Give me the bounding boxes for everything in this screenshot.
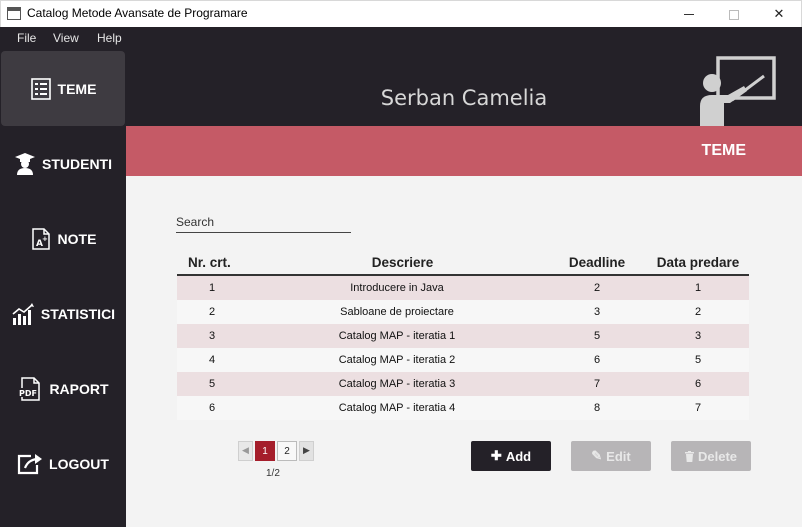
table-row[interactable]: 4 Catalog MAP - iteratia 2 6 5 <box>177 348 749 372</box>
search-input[interactable] <box>176 206 351 233</box>
cell-descriere: Sabloane de proiectare <box>340 306 454 318</box>
cell-nr: 3 <box>208 330 216 342</box>
table-row[interactable]: 5 Catalog MAP - iteratia 3 7 6 <box>177 372 749 396</box>
sidebar-item-studenti[interactable]: STUDENTI <box>0 126 126 201</box>
menu-help[interactable]: Help <box>97 31 122 45</box>
cell-deadline: 2 <box>593 282 601 294</box>
delete-button[interactable]: Delete <box>671 441 751 471</box>
svg-text:+: + <box>42 235 48 243</box>
sidebar-item-label: STATISTICI <box>40 305 116 322</box>
sidebar-item-statistici[interactable]: STATISTICI <box>0 276 126 351</box>
cell-deadline: 3 <box>593 306 601 318</box>
sidebar-item-label: TEME <box>57 80 97 97</box>
cell-deadline: 7 <box>593 378 601 390</box>
sidebar: TEME STUDENTI A + NOTE STATISTICI PDF RA… <box>0 51 126 527</box>
teacher-board-icon <box>700 56 776 126</box>
pdf-icon: PDF <box>18 376 41 401</box>
svg-text:PDF: PDF <box>19 389 37 398</box>
cell-data-predare: 7 <box>694 402 702 414</box>
student-icon <box>15 152 35 175</box>
pagination: ◀ 1 2 ▶ <box>238 441 314 461</box>
section-title: TEME <box>701 142 746 159</box>
sidebar-item-label: NOTE <box>57 230 97 247</box>
sidebar-item-teme[interactable]: TEME <box>1 51 125 126</box>
logout-icon <box>17 453 43 474</box>
list-icon <box>30 77 51 100</box>
cell-deadline: 8 <box>593 402 601 414</box>
close-button[interactable]: ✕ <box>756 1 802 28</box>
maximize-icon <box>729 9 739 20</box>
cell-deadline: 6 <box>593 354 601 366</box>
menu-view[interactable]: View <box>53 31 79 45</box>
chevron-left-icon: ◀ <box>242 446 249 456</box>
edit-button[interactable]: ✎ Edit <box>571 441 651 471</box>
cell-descriere: Catalog MAP - iteratia 2 <box>338 354 456 366</box>
sidebar-item-label: STUDENTI <box>42 155 112 172</box>
cell-data-predare: 3 <box>694 330 702 342</box>
cell-nr: 5 <box>208 378 216 390</box>
minimize-button[interactable] <box>666 1 712 28</box>
teme-table: Nr. crt. Descriere Deadline Data predare… <box>177 250 749 420</box>
sidebar-item-logout[interactable]: LOGOUT <box>0 426 126 501</box>
edit-button-label: Edit <box>606 448 631 464</box>
header: Serban Camelia <box>126 51 802 126</box>
minimize-icon <box>684 14 694 15</box>
sidebar-item-raport[interactable]: PDF RAPORT <box>0 351 126 426</box>
sidebar-item-label: LOGOUT <box>49 455 109 472</box>
column-header-deadline[interactable]: Deadline <box>547 255 647 270</box>
page-info: 1/2 <box>266 468 280 479</box>
menu-file[interactable]: File <box>17 31 36 45</box>
cell-descriere: Catalog MAP - iteratia 4 <box>338 402 456 414</box>
chart-icon <box>12 302 34 325</box>
page-button-2[interactable]: 2 <box>277 441 297 461</box>
sidebar-item-note[interactable]: A + NOTE <box>0 201 126 276</box>
cell-data-predare: 2 <box>694 306 702 318</box>
add-button-label: Add <box>505 448 532 464</box>
close-icon: ✕ <box>773 7 785 22</box>
cell-data-predare: 6 <box>694 378 702 390</box>
cell-nr: 6 <box>208 402 216 414</box>
column-header-descriere[interactable]: Descriere <box>258 255 547 270</box>
cell-descriere: Catalog MAP - iteratia 1 <box>338 330 456 342</box>
maximize-button[interactable] <box>711 1 757 28</box>
cell-descriere: Catalog MAP - iteratia 3 <box>338 378 456 390</box>
cell-data-predare: 1 <box>694 282 702 294</box>
table-row[interactable]: 1 Introducere in Java 2 1 <box>177 276 749 300</box>
pencil-icon: ✎ <box>591 448 603 463</box>
title-bar: Catalog Metode Avansate de Programare ✕ <box>0 0 802 27</box>
chevron-right-icon: ▶ <box>303 446 310 456</box>
grade-doc-icon: A + <box>31 227 50 250</box>
app-icon <box>7 7 21 20</box>
column-header-nr[interactable]: Nr. crt. <box>177 255 258 270</box>
next-page-button[interactable]: ▶ <box>299 441 314 461</box>
main-content: Nr. crt. Descriere Deadline Data predare… <box>126 176 802 527</box>
sidebar-item-label: RAPORT <box>49 380 109 397</box>
delete-button-label: Delete <box>697 448 738 464</box>
window-title: Catalog Metode Avansate de Programare <box>27 6 248 20</box>
prev-page-button[interactable]: ◀ <box>238 441 253 461</box>
cell-nr: 1 <box>208 282 216 294</box>
column-header-data-predare[interactable]: Data predare <box>647 255 749 270</box>
cell-deadline: 5 <box>593 330 601 342</box>
cell-descriere: Introducere in Java <box>350 282 444 294</box>
cell-nr: 2 <box>208 306 216 318</box>
table-row[interactable]: 3 Catalog MAP - iteratia 1 5 3 <box>177 324 749 348</box>
table-header: Nr. crt. Descriere Deadline Data predare <box>177 250 749 276</box>
add-button[interactable]: ✚ Add <box>471 441 551 471</box>
page-button-1[interactable]: 1 <box>255 441 275 461</box>
cell-nr: 4 <box>208 354 216 366</box>
plus-icon: ✚ <box>490 448 502 463</box>
table-row[interactable]: 6 Catalog MAP - iteratia 4 8 7 <box>177 396 749 420</box>
trash-icon <box>684 450 694 462</box>
menu-bar: File View Help <box>0 27 802 51</box>
cell-data-predare: 5 <box>694 354 702 366</box>
table-row[interactable]: 2 Sabloane de proiectare 3 2 <box>177 300 749 324</box>
section-band: TEME <box>126 126 802 176</box>
